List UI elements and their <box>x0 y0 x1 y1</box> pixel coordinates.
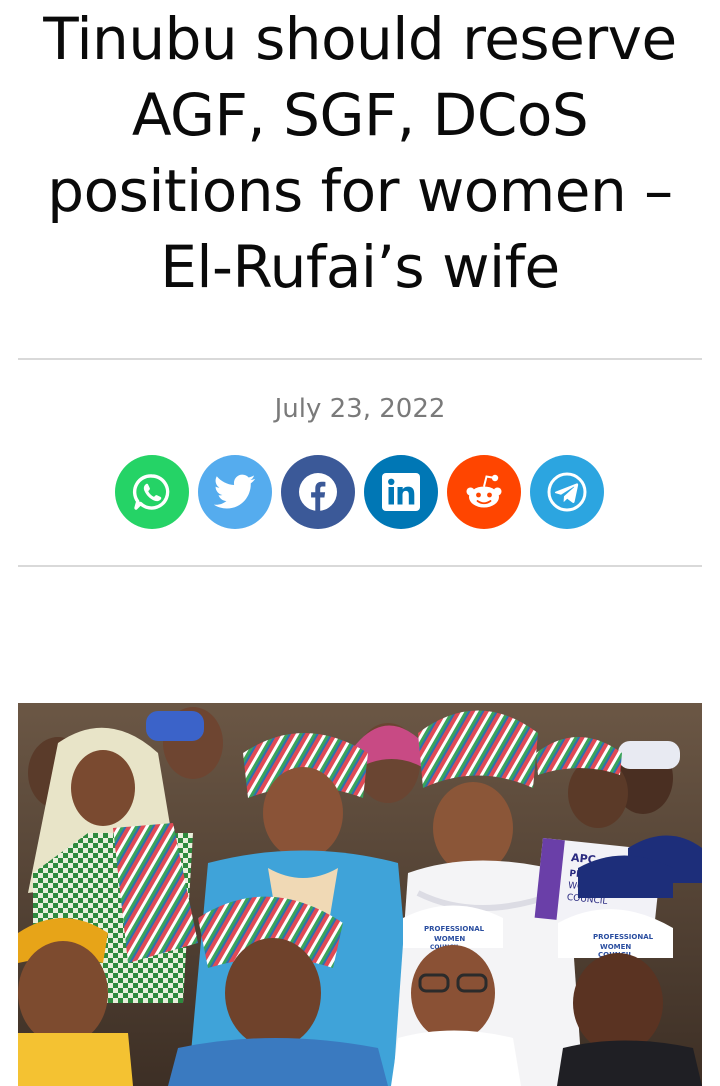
share-facebook-button[interactable] <box>281 455 355 529</box>
group-photo-illustration: APC PROFESSIONAL WOMEN COUNCIL PROFESSIO… <box>18 703 702 1086</box>
share-twitter-button[interactable] <box>198 455 272 529</box>
article-headline: Tinubu should reserve AGF, SGF, DCoS pos… <box>43 5 677 301</box>
article-date: July 23, 2022 <box>274 394 446 424</box>
article-photo: APC PROFESSIONAL WOMEN COUNCIL PROFESSIO… <box>18 703 702 1086</box>
svg-text:PROFESSIONAL: PROFESSIONAL <box>593 933 654 941</box>
share-reddit-button[interactable] <box>447 455 521 529</box>
divider-bottom <box>18 565 702 567</box>
svg-text:WOMEN: WOMEN <box>434 935 465 943</box>
divider-top <box>18 358 702 360</box>
whatsapp-icon <box>132 474 170 510</box>
twitter-icon <box>214 474 256 509</box>
share-buttons <box>115 455 605 529</box>
share-whatsapp-button[interactable] <box>115 455 189 529</box>
svg-text:PROFESSIONAL: PROFESSIONAL <box>424 925 485 933</box>
telegram-icon <box>547 472 587 512</box>
reddit-icon <box>466 474 502 508</box>
share-telegram-button[interactable] <box>530 455 604 529</box>
svg-text:WOMEN: WOMEN <box>600 943 631 951</box>
share-linkedin-button[interactable] <box>364 455 438 529</box>
facebook-icon <box>299 473 337 511</box>
linkedin-icon <box>382 473 420 511</box>
